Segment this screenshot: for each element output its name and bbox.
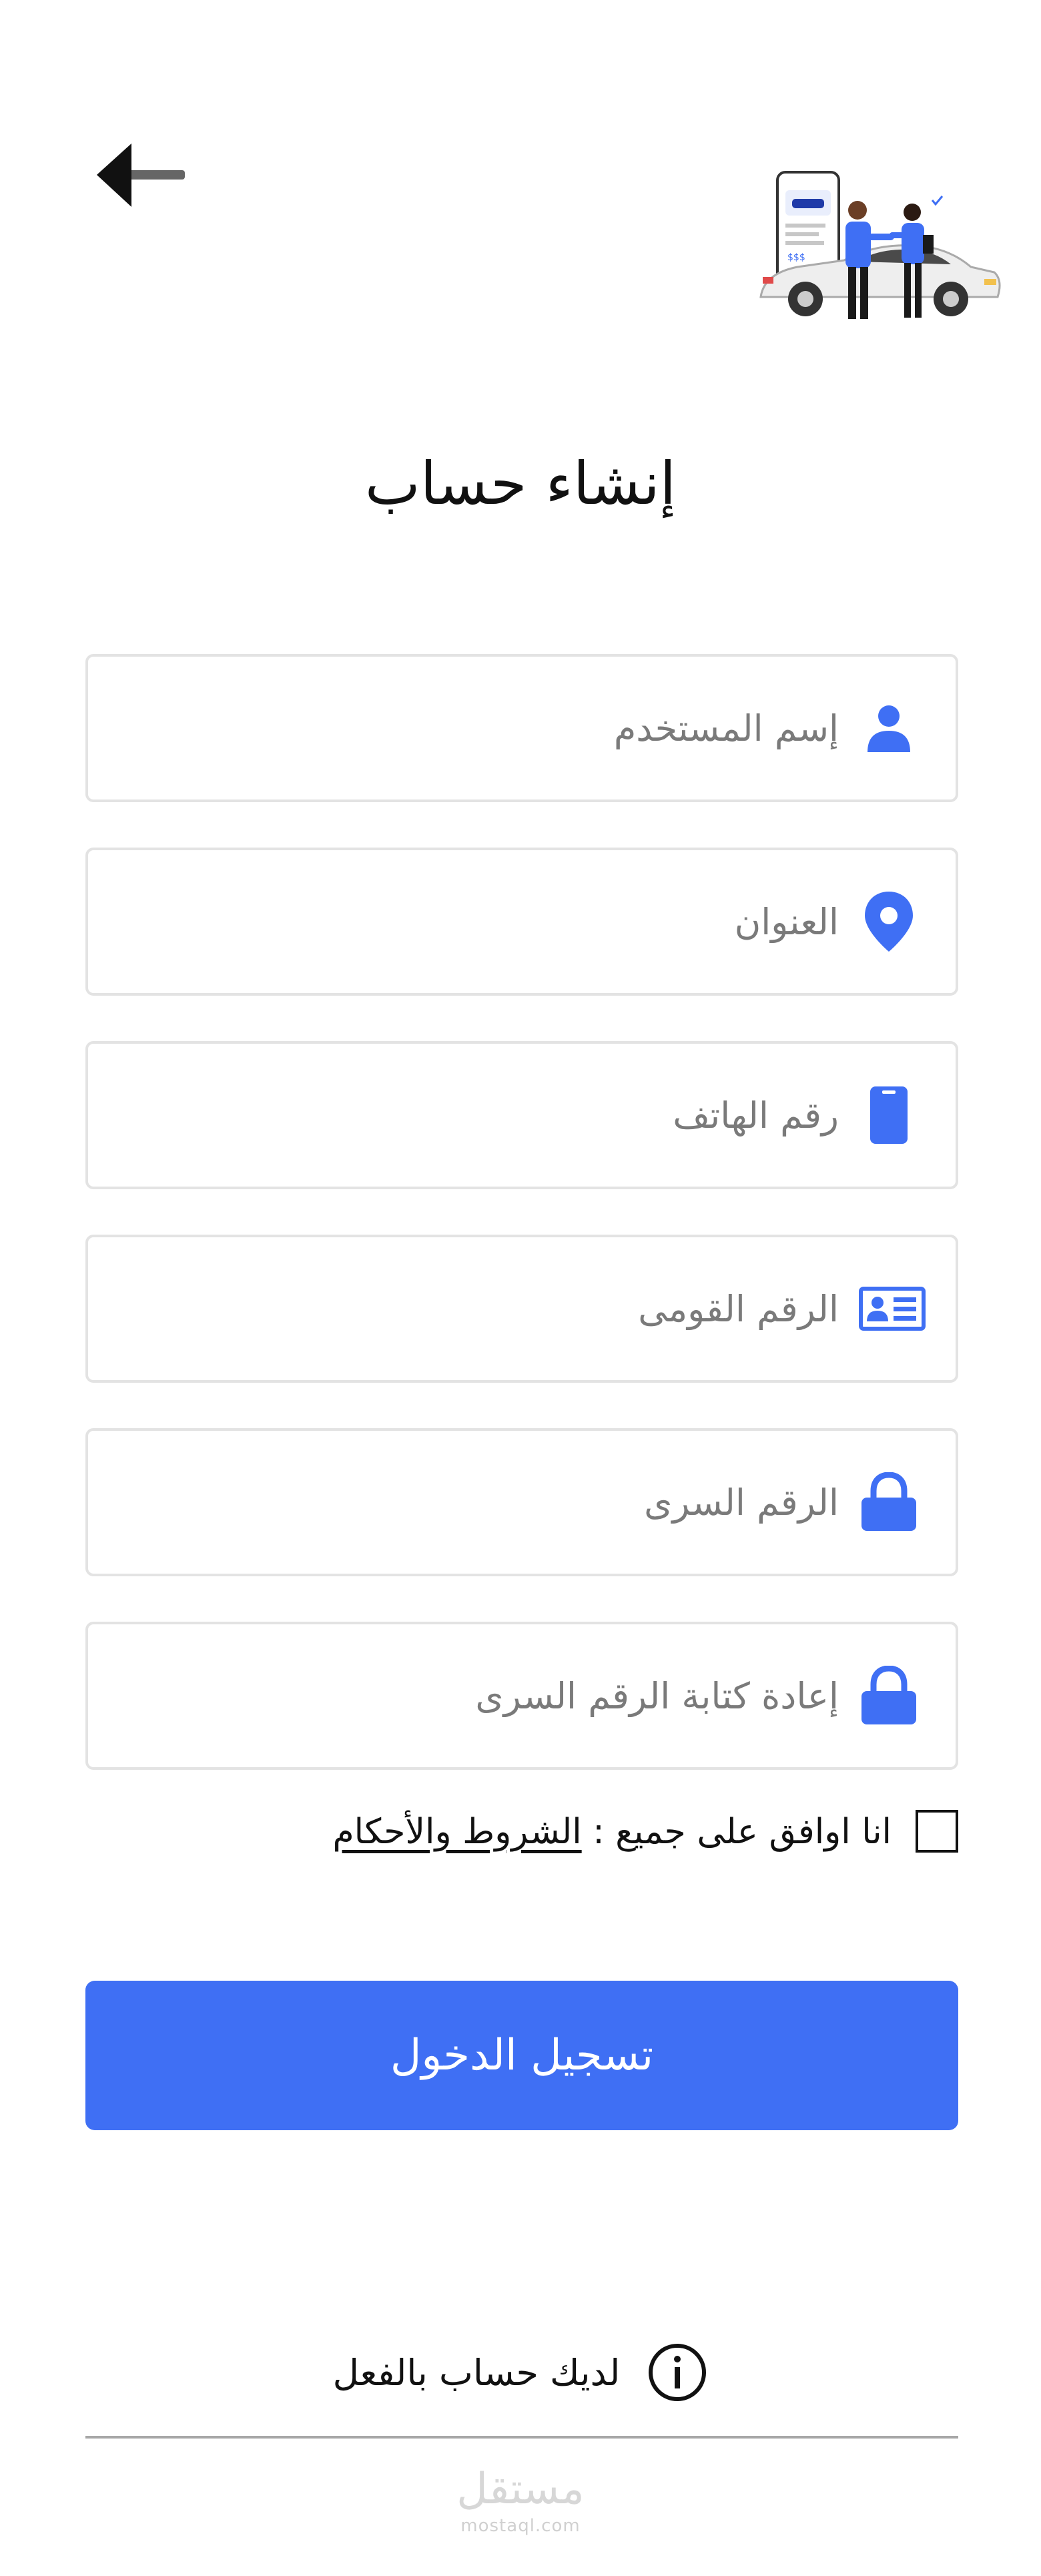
svg-text:$$$: $$$ bbox=[787, 252, 805, 263]
id-card-icon bbox=[849, 1272, 936, 1345]
address-field[interactable] bbox=[85, 848, 958, 996]
terms-link[interactable]: الشروط والأحكام bbox=[332, 1812, 581, 1852]
national-id-input[interactable] bbox=[171, 1272, 839, 1345]
password-field[interactable] bbox=[85, 1428, 958, 1576]
phone-input[interactable] bbox=[171, 1078, 839, 1152]
confirm-password-input[interactable] bbox=[171, 1659, 839, 1732]
password-input[interactable] bbox=[171, 1466, 839, 1539]
have-account-link[interactable]: لديك حساب بالفعل bbox=[333, 2352, 621, 2394]
phone-icon bbox=[852, 1078, 926, 1152]
info-icon bbox=[649, 2344, 707, 2401]
watermark-arabic: مستقل bbox=[456, 2465, 585, 2514]
lock-icon bbox=[852, 1466, 926, 1539]
national-id-field[interactable] bbox=[85, 1235, 958, 1383]
terms-row: انا اوافق على جميع : الشروط والأحكام bbox=[85, 1802, 958, 1862]
terms-prefix: انا اوافق على جميع : bbox=[593, 1812, 892, 1852]
page-title: إنشاء حساب bbox=[364, 449, 677, 518]
phone-field[interactable] bbox=[85, 1041, 958, 1189]
hero-illustration: $$$ bbox=[757, 160, 1004, 340]
terms-checkbox[interactable] bbox=[916, 1810, 958, 1853]
have-account-row[interactable]: لديك حساب بالفعل bbox=[0, 2336, 1041, 2409]
location-pin-icon bbox=[852, 885, 926, 958]
lock-icon bbox=[852, 1659, 926, 1732]
terms-label: انا اوافق على جميع : الشروط والأحكام bbox=[332, 1802, 892, 1862]
back-button[interactable] bbox=[97, 140, 187, 210]
arrow-left-icon bbox=[97, 143, 185, 207]
divider bbox=[85, 2436, 958, 2439]
username-field[interactable] bbox=[85, 654, 958, 802]
username-input[interactable] bbox=[171, 691, 839, 765]
watermark: مستقل mostaql.com bbox=[0, 2463, 1041, 2536]
user-icon bbox=[852, 691, 926, 765]
watermark-url: mostaql.com bbox=[460, 2516, 581, 2536]
register-button[interactable]: تسجيل الدخول bbox=[85, 1981, 958, 2130]
confirm-password-field[interactable] bbox=[85, 1622, 958, 1770]
address-input[interactable] bbox=[171, 885, 839, 958]
